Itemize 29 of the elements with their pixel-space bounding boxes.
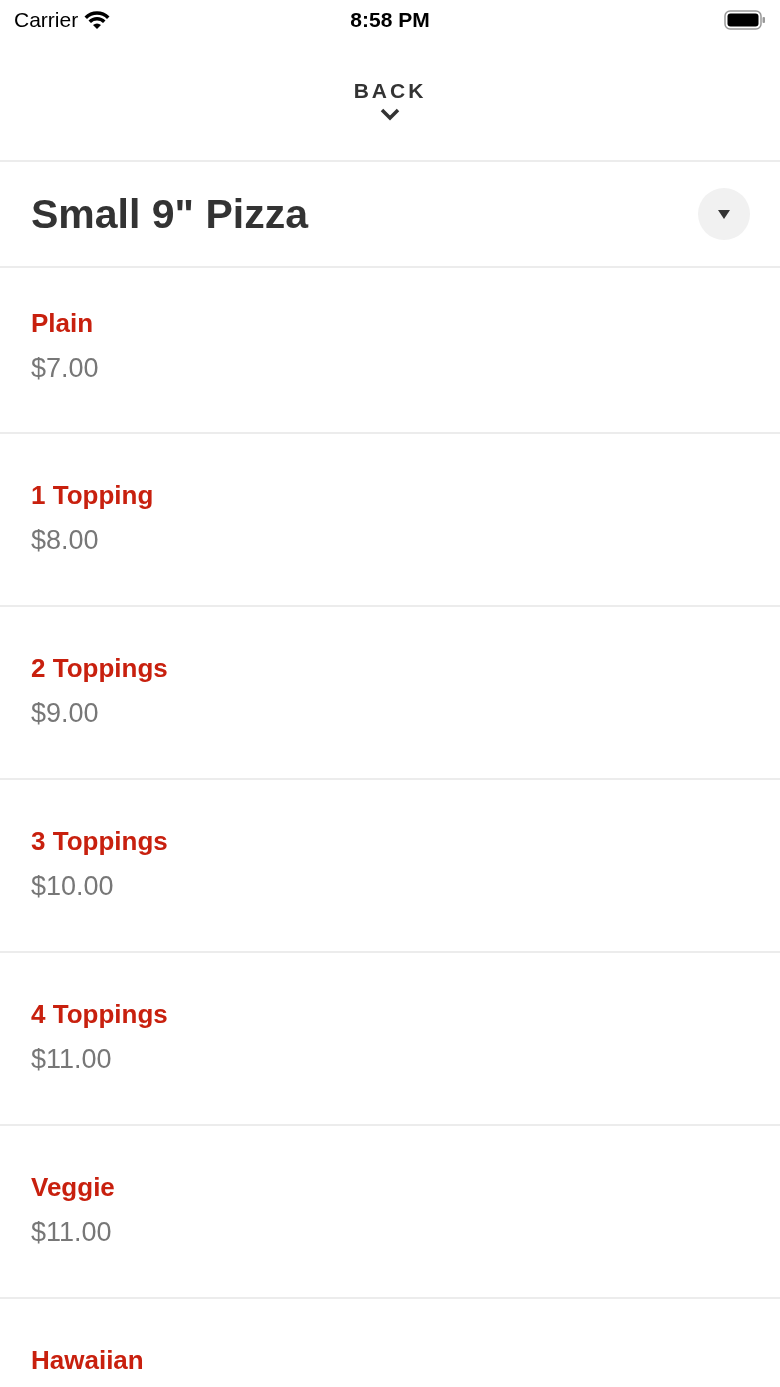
category-title: Small 9" Pizza [31,190,308,238]
item-name: 4 Toppings [31,999,168,1030]
item-price: $7.00 [31,353,99,384]
menu-item[interactable]: Hawaiian [0,1299,780,1387]
item-price: $10.00 [31,871,114,902]
menu-item[interactable]: Veggie $11.00 [0,1126,780,1299]
battery-icon [724,10,766,30]
item-price: $11.00 [31,1044,112,1075]
item-name: 3 Toppings [31,826,168,857]
dropdown-button[interactable] [698,188,750,240]
item-name: Plain [31,308,94,339]
caret-down-icon [718,209,730,219]
item-price: $11.00 [31,1217,112,1248]
item-price: $8.00 [31,525,99,556]
status-time: 8:58 PM [350,8,430,32]
menu-item[interactable]: Plain $7.00 [0,268,780,434]
menu-item[interactable]: 1 Topping $8.00 [0,434,780,607]
chevron-down-icon [379,107,401,121]
back-button[interactable]: BACK [353,79,427,121]
item-name: 2 Toppings [31,653,168,684]
item-name: 1 Topping [31,480,154,511]
menu-item[interactable]: 4 Toppings $11.00 [0,953,780,1126]
item-name: Veggie [31,1172,115,1203]
menu-item[interactable]: 3 Toppings $10.00 [0,780,780,953]
item-price: $9.00 [31,698,99,729]
wifi-icon [84,10,111,30]
carrier-name: Carrier [14,8,79,32]
menu-item[interactable]: 2 Toppings $9.00 [0,607,780,780]
item-name: Hawaiian [31,1345,144,1376]
